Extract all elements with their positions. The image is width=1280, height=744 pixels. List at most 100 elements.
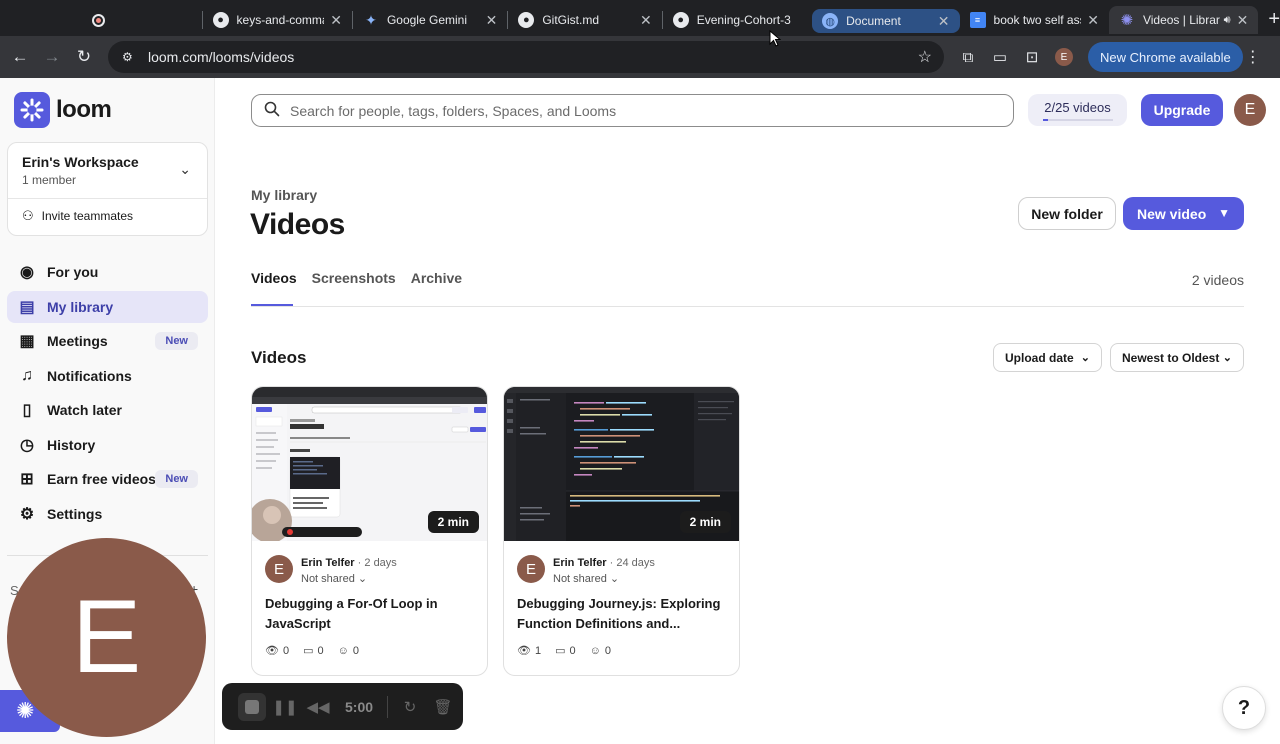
- stop-icon: [245, 699, 259, 714]
- breadcrumb[interactable]: My library: [251, 187, 317, 203]
- invite-teammates-button[interactable]: ⚇ Invite teammates: [22, 208, 133, 224]
- trash-icon: 🗑︎: [433, 698, 453, 716]
- pause-button[interactable]: ❚❚: [271, 693, 299, 721]
- browser-tab-6[interactable]: ≡ book two self ass ✕: [960, 6, 1109, 34]
- browser-tab-document[interactable]: ◍ Document ✕: [812, 9, 960, 33]
- github-icon: ●: [518, 12, 535, 28]
- docs-icon: ≡: [969, 12, 986, 28]
- video-author: Erin Telfer · 2 days: [301, 557, 397, 569]
- duration-badge: 2 min: [427, 511, 479, 533]
- person-icon: ◉: [20, 264, 34, 281]
- sort-order-dropdown[interactable]: Newest to Oldest ⌄: [1110, 343, 1244, 372]
- search-bar[interactable]: [251, 94, 1014, 127]
- sidebar-item-my-library[interactable]: ▤ My library: [7, 290, 208, 323]
- tab-archive[interactable]: Archive: [411, 270, 462, 286]
- browser-tab-strip: ● keys-and-comma ✕ ✦ Google Gemini ✕ ● G…: [0, 0, 1280, 36]
- rewind-icon: ◀◀: [306, 698, 330, 716]
- video-count: 2 videos: [1191, 272, 1244, 288]
- chrome-update-button[interactable]: New Chrome available: [1088, 42, 1243, 72]
- mouse-cursor-icon: [769, 30, 781, 47]
- new-folder-button[interactable]: New folder: [1018, 197, 1116, 230]
- camera-bubble[interactable]: E: [7, 538, 206, 737]
- video-card[interactable]: 2 min E Erin Telfer · 2 days Not shared …: [251, 386, 488, 676]
- chevron-down-icon: ⌄: [609, 573, 620, 585]
- tab-screenshots[interactable]: Screenshots: [312, 270, 396, 286]
- record-icon: [92, 13, 105, 27]
- upgrade-button[interactable]: Upgrade: [1141, 94, 1223, 126]
- eye-icon: 👁︎: [265, 645, 279, 657]
- section-title: Videos: [251, 348, 307, 367]
- profile-icon[interactable]: E: [1048, 41, 1080, 73]
- tab-search-icon[interactable]: ⊡: [1016, 41, 1048, 73]
- pause-icon: ❚❚: [272, 698, 298, 716]
- globe-icon: ◍: [822, 13, 839, 29]
- browser-tab-4[interactable]: ● Evening-Cohort-3: [663, 6, 812, 34]
- address-bar[interactable]: ⚙ loom.com/looms/videos ☆: [108, 41, 944, 73]
- cast-icon[interactable]: ▭: [984, 41, 1016, 73]
- video-stats: 👁︎ 0 ▭ 0 ☺ 0: [265, 644, 359, 658]
- chevron-down-icon: ⌄: [1080, 352, 1090, 364]
- kebab-menu-icon[interactable]: ⋮: [1243, 47, 1263, 67]
- quota-fill: [1042, 118, 1049, 121]
- search-input[interactable]: [290, 102, 970, 119]
- close-tab-icon[interactable]: ✕: [640, 12, 652, 29]
- sidebar-item-notifications[interactable]: ♫ Notifications: [7, 360, 208, 392]
- close-tab-icon[interactable]: ✕: [486, 12, 498, 29]
- sidebar-item-earn-free-videos[interactable]: ⊞ Earn free videos New: [7, 463, 208, 495]
- loom-mark-icon: [14, 92, 50, 128]
- sort-field-dropdown[interactable]: Upload date ⌄: [993, 343, 1102, 372]
- browser-tab-1[interactable]: ● keys-and-comma ✕: [203, 6, 352, 34]
- chevron-down-icon[interactable]: ⌄: [179, 161, 191, 178]
- duration-badge: 2 min: [679, 511, 731, 533]
- comment-icon: ▭: [303, 645, 314, 657]
- rewind-button[interactable]: ◀◀: [304, 693, 332, 721]
- browser-tab-active[interactable]: ✺ Videos | Librar 🔊︎ ✕: [1108, 6, 1259, 34]
- add-person-icon: ⚇: [22, 208, 34, 223]
- bookmark-star-icon[interactable]: ☆: [918, 47, 932, 67]
- emoji-icon: ☺: [589, 644, 601, 657]
- chevron-down-icon[interactable]: ▼: [1218, 206, 1230, 220]
- sidebar-item-meetings[interactable]: ▦ Meetings New: [7, 325, 208, 357]
- video-title[interactable]: Debugging a For-Of Loop in JavaScript: [265, 594, 477, 634]
- sidebar-item-for-you[interactable]: ◉ For you: [7, 256, 208, 288]
- url-text: loom.com/looms/videos: [148, 49, 295, 65]
- extensions-icon[interactable]: ⧉: [952, 41, 984, 73]
- back-icon[interactable]: ←: [4, 41, 36, 73]
- forward-icon[interactable]: →: [36, 41, 68, 73]
- sidebar-item-settings[interactable]: ⚙ Settings: [7, 498, 208, 530]
- video-title[interactable]: Debugging Journey.js: Exploring Function…: [517, 594, 729, 634]
- close-tab-icon[interactable]: ✕: [938, 13, 950, 30]
- close-tab-icon[interactable]: ✕: [330, 12, 342, 29]
- sharing-status[interactable]: Not shared ⌄: [301, 572, 367, 585]
- delete-button[interactable]: 🗑︎: [429, 693, 457, 721]
- tab-videos[interactable]: Videos: [251, 270, 297, 286]
- avatar: E: [265, 555, 293, 583]
- chevron-down-icon: ⌄: [1222, 352, 1232, 364]
- sharing-status[interactable]: Not shared ⌄: [553, 572, 619, 585]
- loom-icon: ✺: [1120, 12, 1134, 29]
- browser-tab-recording[interactable]: [82, 6, 202, 34]
- browser-tab-3[interactable]: ● GitGist.md ✕: [508, 6, 661, 34]
- close-tab-icon[interactable]: ✕: [1237, 12, 1249, 29]
- browser-tab-2[interactable]: ✦ Google Gemini ✕: [353, 6, 507, 34]
- workspace-switcher[interactable]: Erin's Workspace 1 member ⌄ ⚇ Invite tea…: [7, 142, 208, 236]
- avatar[interactable]: E: [1234, 94, 1266, 126]
- speaker-icon[interactable]: 🔊︎: [1224, 14, 1231, 27]
- browser-toolbar: ← → ↻ ⚙ loom.com/looms/videos ☆ ⧉ ▭ ⊡ E …: [0, 36, 1280, 78]
- loom-logo[interactable]: loom: [14, 92, 112, 128]
- reload-icon[interactable]: ↻: [68, 41, 100, 73]
- video-card[interactable]: 2 min E Erin Telfer · 24 days Not shared…: [503, 386, 740, 676]
- sidebar-item-watch-later[interactable]: ▯ Watch later: [7, 394, 208, 426]
- new-tab-button[interactable]: +: [1268, 8, 1280, 31]
- gear-icon: ⚙: [19, 505, 35, 523]
- sidebar-item-history[interactable]: ◷ History: [7, 429, 208, 461]
- comment-icon: ▭: [555, 645, 566, 657]
- site-info-icon[interactable]: ⚙: [122, 50, 136, 64]
- close-tab-icon[interactable]: ✕: [1087, 12, 1099, 29]
- new-video-button[interactable]: New video ▼: [1123, 197, 1244, 230]
- help-button[interactable]: ?: [1222, 686, 1266, 730]
- restart-button[interactable]: ↻: [396, 693, 424, 721]
- video-quota-indicator[interactable]: 2/25 videos: [1028, 94, 1127, 126]
- library-icon: ▤: [19, 298, 35, 316]
- stop-button[interactable]: [238, 692, 266, 721]
